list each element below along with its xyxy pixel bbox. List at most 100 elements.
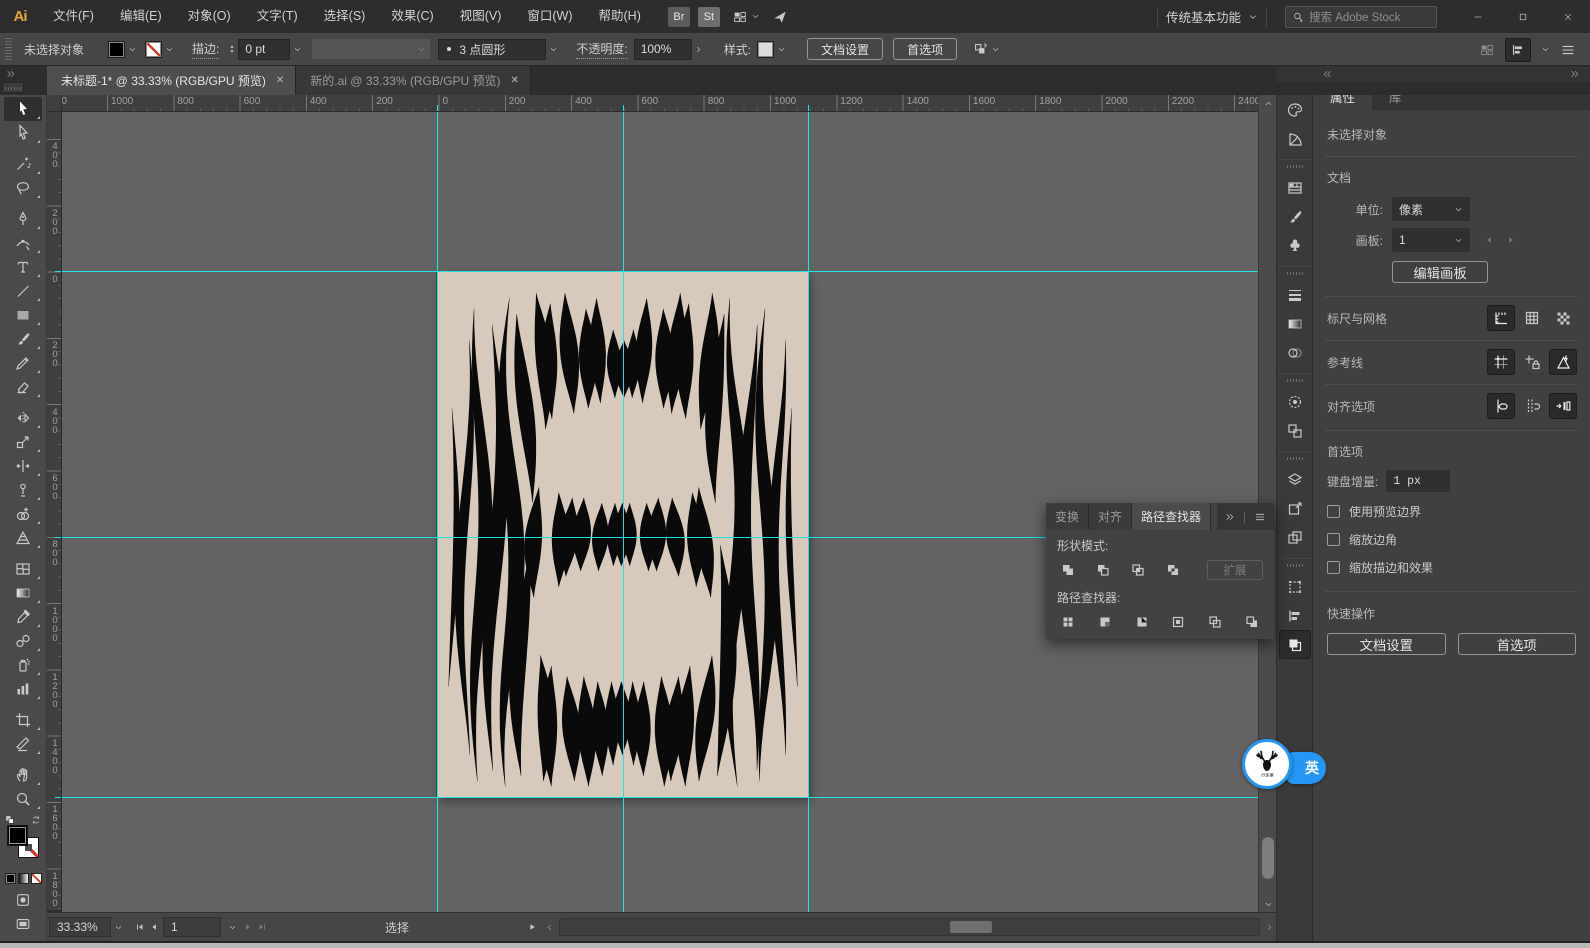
pathfinder-tab-1[interactable]: 对齐	[1089, 503, 1132, 530]
selection-tool[interactable]	[4, 97, 42, 121]
checkbox-0[interactable]	[1327, 505, 1340, 518]
outline-button[interactable]	[1204, 612, 1226, 631]
dock-transform-panel-button[interactable]	[1280, 573, 1310, 600]
checkbox-2[interactable]	[1327, 561, 1340, 574]
scroll-right-icon[interactable]	[1265, 923, 1274, 932]
dock-symbols-panel-button[interactable]	[1280, 232, 1310, 259]
horizontal-scrollbar[interactable]	[541, 913, 1276, 941]
menu-item-7[interactable]: 窗口(W)	[514, 0, 585, 33]
ruler-origin-corner[interactable]	[47, 95, 62, 112]
close-tab-icon[interactable]: ✕	[511, 75, 519, 86]
horizontal-scroll-thumb[interactable]	[950, 921, 992, 933]
dock-artboards-panel-button[interactable]	[1280, 495, 1310, 522]
stroke-weight-value[interactable]: 0 pt	[238, 39, 290, 60]
dock-color-panel-button[interactable]	[1280, 96, 1310, 123]
stroke-color-swatch[interactable]	[145, 41, 162, 58]
opacity-label[interactable]: 不透明度:	[576, 40, 627, 59]
artboard-select[interactable]: 1	[1392, 228, 1470, 252]
toolbar-drag-handle[interactable]	[2, 82, 24, 93]
direct-selection-tool[interactable]	[4, 121, 42, 145]
dock-appearance-panel-button[interactable]	[1280, 388, 1310, 415]
document-setup-button[interactable]: 文档设置	[807, 38, 883, 60]
slice-tool[interactable]	[4, 732, 42, 756]
horizontal-scroll-track[interactable]	[559, 918, 1260, 936]
guide-horizontal[interactable]	[62, 271, 1258, 272]
panel-menu-icon[interactable]	[1560, 42, 1576, 58]
ime-logo[interactable]: 行走客	[1242, 739, 1292, 789]
rulers-grids-transparency-grid-button[interactable]	[1550, 306, 1576, 330]
maximize-button[interactable]	[1500, 0, 1545, 33]
chevron-down-icon[interactable]	[1541, 45, 1550, 54]
rulers-grids-ruler-corner-button[interactable]	[1488, 306, 1514, 330]
brush-dropdown-chevron[interactable]	[546, 39, 560, 59]
prev-artboard-icon[interactable]	[1484, 235, 1494, 245]
status-expand-icon[interactable]	[527, 922, 537, 932]
menu-item-0[interactable]: 文件(F)	[40, 0, 107, 33]
rectangle-tool[interactable]	[4, 303, 42, 327]
expand-panels-icon[interactable]	[1322, 69, 1332, 79]
artboard-tool[interactable]	[4, 708, 42, 732]
crop-button[interactable]	[1167, 612, 1189, 631]
dock-swatches-panel-button[interactable]	[1280, 174, 1310, 201]
guides-smart-guides-button[interactable]	[1550, 350, 1576, 374]
puppet-warp-tool[interactable]	[4, 478, 42, 502]
close-button[interactable]	[1545, 0, 1590, 33]
quick-action-1-button[interactable]: 首选项	[1458, 633, 1577, 655]
quick-button-br[interactable]: Br	[668, 7, 690, 27]
column-graph-tool[interactable]	[4, 677, 42, 701]
curvature-tool[interactable]	[4, 231, 42, 255]
vertical-scroll-thumb[interactable]	[1262, 837, 1274, 879]
eraser-tool[interactable]	[4, 375, 42, 399]
width-tool[interactable]	[4, 454, 42, 478]
intersect-button[interactable]	[1127, 561, 1149, 580]
dock-layers-panel-button[interactable]	[1280, 466, 1310, 493]
rulers-grids-grid-button[interactable]	[1519, 306, 1545, 330]
trim-button[interactable]	[1094, 612, 1116, 631]
style-dropdown[interactable]	[774, 39, 788, 59]
keyboard-increment-input[interactable]: 1 px	[1386, 470, 1450, 492]
menu-item-1[interactable]: 编辑(E)	[107, 0, 175, 33]
opacity-expand[interactable]	[692, 39, 706, 59]
dock-color-guide-panel-button[interactable]	[1280, 125, 1310, 152]
menu-item-8[interactable]: 帮助(H)	[586, 0, 654, 33]
gradient-tool[interactable]	[4, 581, 42, 605]
scroll-up-arrow[interactable]	[1259, 95, 1277, 111]
guide-vertical[interactable]	[437, 112, 438, 912]
artboard-number-field[interactable]: 1	[163, 917, 221, 937]
guide-vertical[interactable]	[808, 112, 809, 912]
dock-pathfinder-panel-button[interactable]	[1280, 631, 1310, 658]
unit-select[interactable]: 像素	[1392, 197, 1470, 221]
color-mode-button[interactable]	[5, 873, 16, 884]
fill-color-dropdown[interactable]	[125, 39, 139, 59]
menu-item-6[interactable]: 视图(V)	[447, 0, 515, 33]
edit-artboards-button[interactable]: 编辑画板	[1392, 261, 1488, 283]
guides-guides-button[interactable]	[1488, 350, 1514, 374]
align-panel-toggle[interactable]	[1505, 38, 1531, 62]
shape-builder-tool[interactable]	[4, 502, 42, 526]
minus-front-button[interactable]	[1092, 561, 1114, 580]
arrange-documents-icon[interactable]	[732, 9, 748, 25]
dock-align-panel-button[interactable]	[1280, 602, 1310, 629]
lasso-tool[interactable]	[4, 176, 42, 200]
drawing-modes-button[interactable]	[15, 892, 31, 908]
align-options-chevron[interactable]	[988, 39, 1002, 59]
pathfinder-tab-0[interactable]: 变换	[1046, 503, 1089, 530]
symbol-sprayer-tool[interactable]	[4, 653, 42, 677]
fill-proxy[interactable]	[7, 825, 28, 846]
guides-guides-lock-button[interactable]	[1519, 350, 1545, 374]
scale-tool[interactable]	[4, 430, 42, 454]
share-icon[interactable]	[772, 9, 788, 25]
close-tab-icon[interactable]: ✕	[276, 75, 284, 86]
fill-color-swatch[interactable]	[108, 41, 125, 58]
rotate-tool[interactable]	[4, 406, 42, 430]
dock-transparency-panel-button[interactable]	[1280, 339, 1310, 366]
pen-tool[interactable]	[4, 207, 42, 231]
style-swatch[interactable]	[757, 41, 774, 58]
stroke-weight-dropdown[interactable]	[290, 39, 304, 59]
exclude-button[interactable]	[1162, 561, 1184, 580]
arrange-documents-chevron-icon[interactable]	[751, 12, 760, 21]
panel-collapse-icon[interactable]	[1225, 512, 1235, 522]
zoom-level-dropdown[interactable]	[111, 917, 125, 937]
magic-wand-tool[interactable]	[4, 152, 42, 176]
dock-stroke-panel-button[interactable]	[1280, 281, 1310, 308]
